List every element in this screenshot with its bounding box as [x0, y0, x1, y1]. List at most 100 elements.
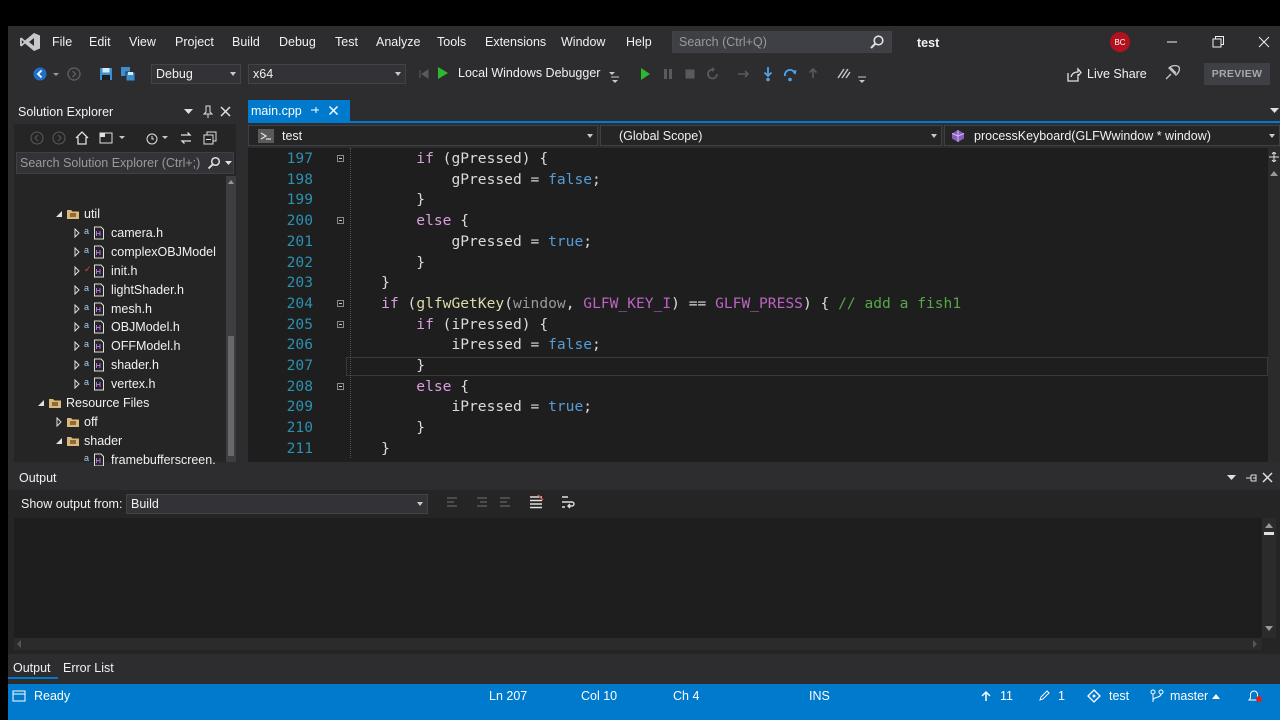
save-icon[interactable] [98, 66, 114, 82]
solution-explorer-scrollbar[interactable] [226, 176, 236, 462]
collapsed-arrow-icon[interactable] [72, 360, 82, 371]
collapsed-arrow-icon[interactable] [72, 227, 82, 238]
close-icon[interactable] [220, 106, 231, 117]
panel-menu-dropdown-icon[interactable] [184, 108, 193, 116]
collapsed-arrow-icon[interactable] [54, 416, 64, 427]
menu-window[interactable]: Window [561, 35, 605, 49]
tree-file[interactable]: a OBJModel.h [14, 318, 224, 337]
previous-icon[interactable] [416, 66, 432, 82]
menu-view[interactable]: View [129, 35, 156, 49]
back-icon[interactable] [30, 131, 44, 145]
collapsed-arrow-icon[interactable] [72, 284, 82, 295]
editor-vertical-scrollbar[interactable] [1268, 148, 1280, 462]
hot-reload-icon[interactable] [836, 66, 852, 82]
chevron-down-icon[interactable] [225, 160, 232, 166]
notifications-icon[interactable] [1246, 688, 1262, 704]
chevron-down-icon[interactable] [161, 134, 169, 142]
home-icon[interactable] [74, 130, 90, 146]
code-line[interactable]: 202 } [248, 254, 1268, 275]
tree-folder[interactable]: util [14, 205, 224, 224]
collapse-outline-icon[interactable] [337, 320, 344, 328]
menu-analyze[interactable]: Analyze [376, 35, 420, 49]
step-over-icon[interactable] [782, 66, 798, 82]
pin-tab-icon[interactable] [310, 105, 320, 116]
status-insert-mode[interactable]: INS [809, 689, 830, 703]
avatar[interactable]: BC [1110, 32, 1130, 52]
tree-folder[interactable]: shader [14, 432, 224, 451]
code-line[interactable]: 207 } [248, 357, 1268, 378]
collapsed-arrow-icon[interactable] [72, 246, 82, 257]
tab-output[interactable]: Output [13, 661, 51, 675]
chevron-up-icon[interactable] [1212, 693, 1220, 699]
minimize-icon[interactable] [1162, 32, 1182, 52]
code-line[interactable]: 205 if (iPressed) { [248, 316, 1268, 337]
tab-main-cpp[interactable]: main.cpp [248, 100, 350, 121]
toggle-word-wrap-icon[interactable] [560, 494, 576, 510]
collapse-outline-icon[interactable] [337, 382, 344, 390]
auto-hide-icon[interactable] [1245, 473, 1257, 483]
collapsed-arrow-icon[interactable] [72, 379, 82, 390]
output-vertical-scrollbar[interactable] [1262, 518, 1276, 638]
chevron-down-icon[interactable] [118, 134, 126, 142]
branch-name[interactable]: master [1170, 689, 1208, 703]
collapsed-arrow-icon[interactable] [72, 303, 82, 314]
pending-changes-filter-icon[interactable] [144, 130, 160, 146]
pin-icon[interactable] [202, 105, 214, 119]
navigate-forward-icon[interactable] [66, 66, 82, 82]
menu-debug[interactable]: Debug [279, 35, 316, 49]
code-line[interactable]: 201 gPressed = true; [248, 233, 1268, 254]
tree-file[interactable]: a shader.h [14, 356, 224, 375]
collapse-outline-icon[interactable] [337, 299, 344, 307]
tab-list-dropdown-icon[interactable] [1270, 108, 1279, 114]
code-text-area[interactable]: 197 if (gPressed) {198 gPressed = false;… [248, 148, 1268, 462]
preview-badge[interactable]: PREVIEW [1204, 63, 1270, 85]
restart-icon[interactable] [705, 66, 721, 82]
expanded-arrow-icon[interactable] [54, 436, 64, 446]
collapsed-arrow-icon[interactable] [72, 265, 82, 276]
feedback-icon[interactable] [1164, 63, 1182, 81]
solution-configuration-select[interactable]: Debug [151, 64, 241, 84]
code-line[interactable]: 203 } [248, 274, 1268, 295]
menu-test[interactable]: Test [335, 35, 358, 49]
scroll-left-icon[interactable] [16, 640, 22, 648]
collapse-outline-icon[interactable] [337, 155, 344, 162]
restore-icon[interactable] [1208, 32, 1228, 52]
code-line[interactable]: 199 } [248, 191, 1268, 212]
code-line[interactable]: 208 else { [248, 378, 1268, 399]
tab-error-list[interactable]: Error List [63, 661, 114, 675]
close-icon[interactable] [1262, 472, 1273, 483]
scroll-up-icon[interactable] [1265, 522, 1273, 528]
step-out-icon[interactable] [805, 66, 821, 82]
tree-folder[interactable]: off [14, 413, 224, 432]
tree-file[interactable]: ✓ init.h [14, 262, 224, 281]
collapsed-arrow-icon[interactable] [72, 322, 82, 333]
tree-file[interactable]: a complexOBJModel [14, 243, 224, 262]
menu-help[interactable]: Help [626, 35, 652, 49]
panel-menu-dropdown-icon[interactable] [1227, 475, 1236, 481]
code-line[interactable]: 200 else { [248, 212, 1268, 233]
menu-project[interactable]: Project [175, 35, 214, 49]
forward-icon[interactable] [52, 131, 66, 145]
live-share-button[interactable]: Live Share [1066, 66, 1166, 84]
solution-platform-select[interactable]: x64 [248, 64, 406, 84]
menu-tools[interactable]: Tools [437, 35, 466, 49]
code-line[interactable]: 209 iPressed = true; [248, 398, 1268, 419]
stop-icon[interactable] [682, 66, 698, 82]
tree-folder[interactable]: Resource Files [14, 394, 224, 413]
step-into-icon[interactable] [760, 66, 776, 82]
code-line[interactable]: 204 if (glfwGetKey(window, GLFW_KEY_I) =… [248, 295, 1268, 316]
expanded-arrow-icon[interactable] [36, 398, 46, 408]
tree-file[interactable]: a OFFModel.h [14, 337, 224, 356]
code-line[interactable]: 197 if (gPressed) { [248, 150, 1268, 171]
back-dropdown-icon[interactable] [52, 66, 60, 82]
close-tab-icon[interactable] [328, 105, 339, 116]
navigate-back-icon[interactable] [32, 66, 48, 82]
code-line[interactable]: 198 gPressed = false; [248, 171, 1268, 192]
repository-name[interactable]: test [1109, 689, 1129, 703]
output-text-area[interactable] [14, 518, 1262, 650]
switch-views-icon[interactable] [98, 130, 114, 146]
expanded-arrow-icon[interactable] [54, 209, 64, 219]
tree-file[interactable]: a lightShader.h [14, 281, 224, 300]
scroll-down-icon[interactable] [1265, 626, 1273, 632]
scroll-right-icon[interactable] [1252, 640, 1258, 648]
